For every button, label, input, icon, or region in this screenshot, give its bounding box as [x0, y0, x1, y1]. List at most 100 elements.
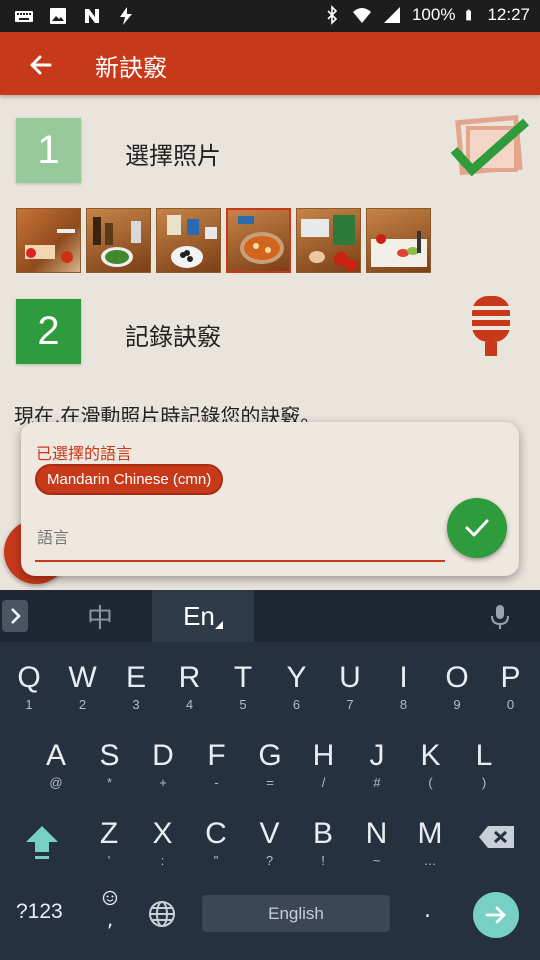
- key-s[interactable]: S *: [83, 728, 137, 798]
- photo-thumbnail[interactable]: [16, 208, 81, 273]
- photo-strip: [16, 208, 431, 273]
- key-label: H: [312, 739, 335, 772]
- key-t[interactable]: T5: [216, 650, 270, 720]
- space-key[interactable]: English: [202, 895, 390, 932]
- image-icon: [50, 8, 66, 24]
- key-sub-label: -: [214, 775, 219, 790]
- keyboard-icon: [15, 11, 33, 22]
- key-sub-label: ": [213, 853, 219, 868]
- keyboard-mic-icon[interactable]: [488, 604, 512, 630]
- key-h[interactable]: H /: [297, 728, 351, 798]
- key-label: G: [258, 739, 282, 772]
- lang-chinese-key[interactable]: 中: [60, 590, 140, 642]
- emoji-sub-label: ,: [106, 907, 114, 931]
- selected-language-label: 已選擇的語言: [36, 444, 133, 463]
- key-g[interactable]: G =: [243, 728, 297, 798]
- photo-thumbnail[interactable]: [366, 208, 431, 273]
- key-sub-label: ': [107, 853, 111, 868]
- key-sub-label: /: [321, 775, 326, 790]
- key-b[interactable]: B!: [296, 806, 350, 876]
- key-label: M: [417, 817, 443, 850]
- keyboard-toolbar: 中 En: [0, 590, 540, 642]
- key-sub-label: 3: [132, 697, 140, 712]
- confirm-button[interactable]: [447, 498, 507, 558]
- microphone-icon[interactable]: [466, 294, 516, 366]
- key-sub-label: 8: [399, 697, 408, 712]
- key-sub-label: ~: [372, 853, 381, 868]
- key-y[interactable]: Y6: [270, 650, 324, 720]
- photo-thumbnail-selected[interactable]: [226, 208, 291, 273]
- key-p[interactable]: P0: [484, 650, 538, 720]
- key-n[interactable]: N ~: [350, 806, 404, 876]
- key-w[interactable]: W2: [56, 650, 110, 720]
- key-sub-label: ?: [265, 853, 274, 868]
- language-chip[interactable]: Mandarin Chinese (cmn): [35, 464, 224, 495]
- key-label: X: [152, 817, 173, 850]
- status-bar: 100% 12:27: [0, 0, 540, 32]
- expand-toolbar-button[interactable]: [2, 600, 28, 632]
- key-a[interactable]: A @: [29, 728, 83, 798]
- enter-key[interactable]: [473, 892, 519, 938]
- back-arrow-icon[interactable]: [24, 48, 58, 82]
- key-sub-label: :: [160, 853, 165, 868]
- emoji-key[interactable]: ,: [98, 890, 122, 931]
- key-label: K: [420, 739, 441, 772]
- photos-checked-icon: [450, 114, 529, 177]
- key-sub-label: @: [49, 775, 63, 790]
- soft-keyboard: 中 En Q 1 W 2 E 3 R 4 T 5 Y 6 U 7 I 8 O 9 P 0 A @ S * D + F - G = H / J # K…: [0, 590, 540, 960]
- n-logo-icon: [85, 9, 99, 23]
- key-z[interactable]: Z ': [82, 806, 136, 876]
- key-label: Q: [17, 661, 41, 694]
- key-k[interactable]: K(: [404, 728, 458, 798]
- battery-icon: [466, 9, 472, 21]
- key-label: P: [500, 661, 521, 694]
- key-sub-label: 7: [346, 697, 354, 712]
- bluetooth-icon: [327, 5, 338, 25]
- key-c[interactable]: C ": [189, 806, 243, 876]
- key-label: I: [399, 661, 408, 694]
- lang-english-key[interactable]: En: [152, 590, 254, 642]
- key-f[interactable]: F-: [190, 728, 244, 798]
- key-label: Y: [286, 661, 307, 694]
- key-sub-label: 5: [239, 697, 247, 712]
- key-r[interactable]: R4: [163, 650, 217, 720]
- key-label: S: [99, 739, 120, 772]
- key-label: N: [365, 817, 388, 850]
- clock: 12:27: [487, 5, 530, 24]
- key-sub-label: 6: [292, 697, 301, 712]
- symbols-key[interactable]: ?123: [16, 900, 63, 924]
- key-d[interactable]: D +: [136, 728, 190, 798]
- key-l[interactable]: L): [457, 728, 511, 798]
- key-o[interactable]: O9: [430, 650, 484, 720]
- key-sub-label: 9: [453, 697, 461, 712]
- lang-english-label: En: [183, 600, 215, 631]
- key-sub-label: +: [159, 775, 167, 790]
- key-label: A: [45, 739, 66, 772]
- key-j[interactable]: J #: [350, 728, 404, 798]
- key-label: L: [475, 739, 493, 772]
- language-dialog: 已選擇的語言 Mandarin Chinese (cmn): [21, 422, 519, 576]
- language-input[interactable]: [35, 514, 445, 562]
- key-label: F: [207, 739, 226, 772]
- period-key[interactable]: .: [424, 898, 431, 923]
- photo-thumbnail[interactable]: [86, 208, 151, 273]
- key-x[interactable]: X:: [136, 806, 190, 876]
- photo-thumbnail[interactable]: [156, 208, 221, 273]
- step-1-badge: 1: [16, 118, 81, 183]
- flash-icon: [120, 7, 132, 25]
- key-e[interactable]: E3: [109, 650, 163, 720]
- key-v[interactable]: V?: [243, 806, 297, 876]
- key-u[interactable]: U7: [323, 650, 377, 720]
- key-sub-label: ): [481, 775, 487, 790]
- globe-icon[interactable]: [148, 900, 176, 928]
- key-label: D: [152, 739, 174, 772]
- backspace-key[interactable]: [478, 824, 516, 850]
- key-m[interactable]: M…: [403, 806, 457, 876]
- chevron-right-icon: [11, 608, 21, 624]
- step-2-label: 記錄訣竅: [125, 323, 221, 351]
- key-label: E: [125, 661, 146, 694]
- shift-key[interactable]: [24, 822, 60, 862]
- key-i[interactable]: I8: [377, 650, 431, 720]
- key-q[interactable]: Q1: [2, 650, 56, 720]
- photo-thumbnail[interactable]: [296, 208, 361, 273]
